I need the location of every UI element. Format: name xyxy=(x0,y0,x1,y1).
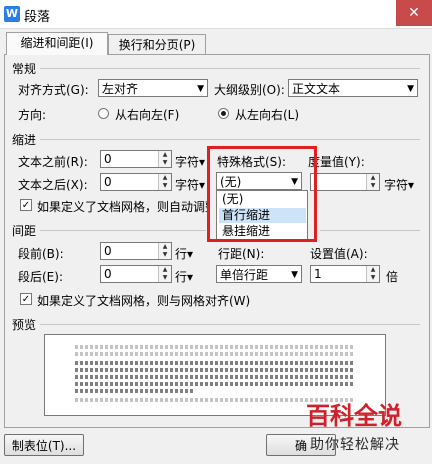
indent-grid-label: 如果定义了文档网格，则自动调整 xyxy=(37,200,209,214)
title-bar: W 段落 ✕ xyxy=(0,0,432,29)
indent-before-unit[interactable]: 字符▾ xyxy=(175,153,205,170)
measure-unit[interactable]: 字符▾ xyxy=(384,176,414,193)
setting-value: 1 xyxy=(314,267,322,281)
tabs-button[interactable]: 制表位(T)... xyxy=(4,434,84,456)
spinner-icon[interactable]: ▲ ▼ xyxy=(158,266,171,282)
space-after-unit[interactable]: 行▾ xyxy=(175,268,193,285)
alignment-label: 对齐方式(G): xyxy=(18,83,89,97)
preview-line xyxy=(75,361,355,365)
spinner-icon[interactable]: ▲ ▼ xyxy=(366,266,379,282)
line-spacing-label: 行距(N): xyxy=(218,247,265,261)
divider xyxy=(40,324,420,325)
spinner-icon[interactable]: ▲ ▼ xyxy=(158,243,171,259)
divider xyxy=(40,139,420,140)
preview-line xyxy=(75,382,355,386)
line-spacing-select[interactable]: 单倍行距 ▼ xyxy=(216,265,302,283)
divider xyxy=(40,230,206,231)
setting-value-unit: 倍 xyxy=(386,270,399,284)
divider xyxy=(320,230,420,231)
space-after-input[interactable]: 0 ▲ ▼ xyxy=(100,265,172,283)
alignment-select[interactable]: 左对齐 ▼ xyxy=(98,79,208,97)
spacing-section-title: 间距 xyxy=(12,224,37,238)
preview-line xyxy=(75,345,355,349)
direction-label: 方向: xyxy=(18,108,47,122)
general-section-title: 常规 xyxy=(12,62,37,76)
alignment-value: 左对齐 xyxy=(102,82,139,96)
chevron-down-icon: ▼ xyxy=(407,84,414,94)
ltr-label: 从左向右(L) xyxy=(235,108,300,122)
watermark: 百科全说 助你轻松解决 xyxy=(300,398,432,464)
highlight-box xyxy=(207,146,317,242)
outline-level-value: 正文文本 xyxy=(292,82,341,96)
rtl-radio[interactable] xyxy=(98,108,109,119)
chevron-down-icon: ▼ xyxy=(197,84,204,94)
indent-before-value: 0 xyxy=(104,152,112,166)
preview-line xyxy=(75,352,355,356)
divider xyxy=(40,68,420,69)
measure-input[interactable]: ▲ ▼ xyxy=(310,173,380,191)
indent-section-title: 缩进 xyxy=(12,133,37,147)
watermark-sub: 助你轻松解决 xyxy=(310,437,400,453)
preview-section-title: 预览 xyxy=(12,318,37,332)
outline-level-select[interactable]: 正文文本 ▼ xyxy=(288,79,418,97)
spacing-grid-checkbox[interactable]: ✓ xyxy=(20,293,32,305)
setting-value-input[interactable]: 1 ▲ ▼ xyxy=(310,265,380,283)
outline-level-label: 大纲级别(O): xyxy=(214,83,285,97)
chevron-down-icon: ▼ xyxy=(291,270,298,280)
indent-grid-checkbox[interactable]: ✓ xyxy=(20,199,32,211)
spinner-icon[interactable]: ▲ ▼ xyxy=(158,174,171,190)
indent-after-unit[interactable]: 字符▾ xyxy=(175,176,205,193)
setting-value-label: 设置值(A): xyxy=(310,247,368,261)
line-spacing-value: 单倍行距 xyxy=(220,268,269,282)
rtl-label: 从右向左(F) xyxy=(115,108,180,122)
watermark-main: 百科全说 xyxy=(306,402,402,430)
preview-line xyxy=(75,368,355,372)
indent-after-input[interactable]: 0 ▲ ▼ xyxy=(100,173,172,191)
spacing-grid-label: 如果定义了文档网格，则与网格对齐(W) xyxy=(37,294,251,308)
window-title: 段落 xyxy=(24,10,51,25)
tab-line-page-break[interactable]: 换行和分页(P) xyxy=(108,34,206,55)
indent-before-input[interactable]: 0 ▲ ▼ xyxy=(100,150,172,168)
indent-after-label: 文本之后(X): xyxy=(18,178,88,192)
preview-line xyxy=(75,375,355,379)
space-after-value: 0 xyxy=(104,267,112,281)
app-icon: W xyxy=(4,6,20,22)
tab-indent-spacing[interactable]: 缩进和间距(I) xyxy=(6,32,108,55)
space-before-input[interactable]: 0 ▲ ▼ xyxy=(100,242,172,260)
space-after-label: 段后(E): xyxy=(18,270,63,284)
ltr-radio[interactable] xyxy=(218,108,229,119)
close-button[interactable]: ✕ xyxy=(396,0,432,26)
space-before-unit[interactable]: 行▾ xyxy=(175,245,193,262)
preview-line xyxy=(75,389,195,393)
space-before-value: 0 xyxy=(104,244,112,258)
spinner-icon[interactable]: ▲ ▼ xyxy=(366,174,379,190)
indent-after-value: 0 xyxy=(104,175,112,189)
space-before-label: 段前(B): xyxy=(18,247,64,261)
spinner-icon[interactable]: ▲ ▼ xyxy=(158,151,171,167)
indent-before-label: 文本之前(R): xyxy=(18,155,88,169)
